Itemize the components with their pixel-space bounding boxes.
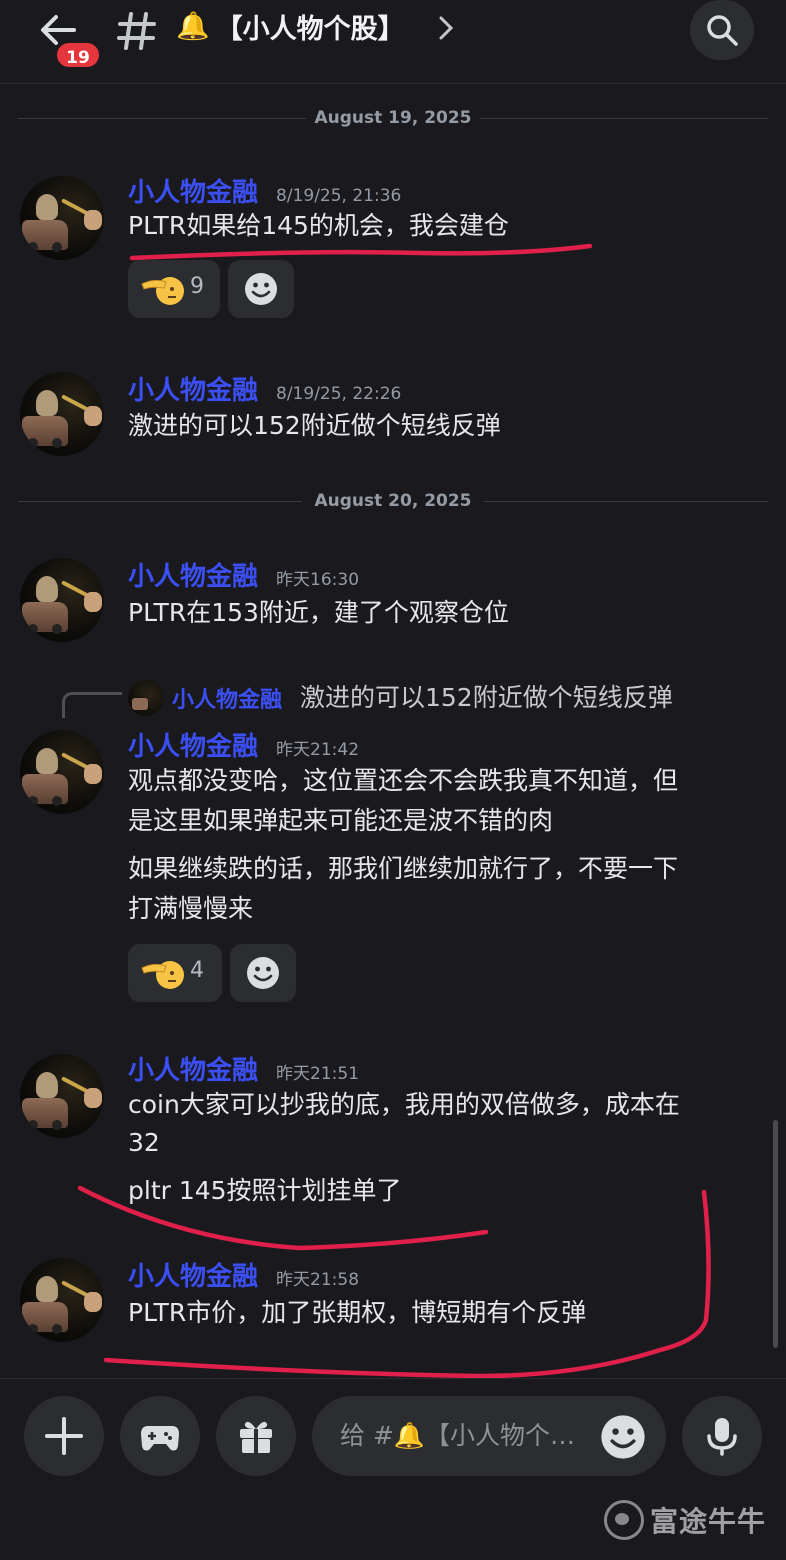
reaction-count: 4 (190, 958, 204, 983)
reply-author[interactable]: 小人物金融 (172, 682, 282, 714)
message-text: PLTR如果给145的机会，我会建仓 (128, 211, 509, 240)
channel-name: 【小人物个股】 (215, 13, 405, 45)
message-text: 打满慢慢来 (128, 894, 254, 923)
scrollbar[interactable] (773, 1120, 778, 1348)
message-input[interactable]: 给 #🔔【小人物个… (312, 1396, 666, 1476)
watermark: 富途牛牛 (604, 1500, 766, 1540)
reaction-count: 9 (190, 274, 204, 299)
reaction-chip[interactable]: 9 (128, 260, 220, 318)
message-header: 小人物金融 昨天21:42 (128, 726, 359, 763)
salute-emoji-icon (141, 961, 184, 989)
author-name[interactable]: 小人物金融 (128, 370, 258, 407)
message-text: 激进的可以152附近做个短线反弹 (128, 411, 501, 440)
gift-button[interactable] (216, 1396, 296, 1476)
message-header: 小人物金融 昨天16:30 (128, 556, 359, 593)
reply-preview[interactable]: 激进的可以152附近做个短线反弹 (300, 678, 673, 714)
message-text: PLTR市价，加了张期权，博短期有个反弹 (128, 1298, 587, 1327)
add-reaction-button[interactable] (228, 260, 294, 318)
message-header: 小人物金融 昨天21:58 (128, 1256, 359, 1293)
mic-icon (707, 1418, 737, 1456)
watermark-text: 富途牛牛 (650, 1505, 767, 1538)
search-icon (707, 15, 738, 46)
message-text: 是这里如果弹起来可能还是波不错的肉 (128, 806, 554, 835)
timestamp: 8/19/25, 21:36 (276, 186, 402, 206)
search-button[interactable] (690, 0, 754, 60)
bell-icon: 🔔 (176, 11, 210, 42)
plus-icon (45, 1417, 83, 1455)
avatar[interactable] (20, 730, 104, 814)
date-divider: August 19, 2025 (18, 106, 768, 130)
reaction-chip[interactable]: 4 (128, 944, 222, 1002)
timestamp: 昨天16:30 (276, 570, 360, 590)
smiley-icon (247, 957, 279, 989)
author-name[interactable]: 小人物金融 (128, 1256, 258, 1293)
input-placeholder: 给 #🔔【小人物个… (340, 1421, 576, 1450)
chevron-right-icon[interactable] (436, 14, 456, 42)
message-text: 如果继续跌的话，那我们继续加就行了，不要一下 (128, 854, 679, 883)
underline-stroke (129, 243, 593, 261)
hash-icon (117, 12, 156, 50)
reply-connector (62, 692, 122, 718)
message-header: 小人物金融 8/19/25, 21:36 (128, 172, 401, 209)
message-text: 观点都没变哈，这位置还会不会跌我真不知道，但 (128, 766, 679, 795)
author-name[interactable]: 小人物金融 (128, 556, 258, 593)
avatar[interactable] (20, 372, 104, 456)
gift-icon (240, 1421, 272, 1453)
avatar[interactable] (20, 176, 104, 260)
message-text: 32 (128, 1128, 160, 1157)
futu-logo-icon (604, 1500, 644, 1540)
timestamp: 昨天21:42 (276, 740, 360, 760)
author-name[interactable]: 小人物金融 (128, 1050, 258, 1087)
author-name[interactable]: 小人物金融 (128, 172, 258, 209)
gamepad-icon (141, 1426, 179, 1451)
message-text: pltr 145按照计划挂单了 (128, 1176, 402, 1205)
timestamp: 昨天21:58 (276, 1270, 360, 1290)
activities-button[interactable] (120, 1396, 200, 1476)
smiley-icon (245, 273, 277, 305)
reply-avatar[interactable] (128, 680, 164, 716)
unread-badge: 19 (54, 40, 102, 70)
channel-title[interactable]: 🔔 【小人物个股】 (176, 6, 405, 46)
date-divider: August 20, 2025 (18, 489, 768, 513)
message-header: 小人物金融 8/19/25, 22:26 (128, 370, 401, 407)
avatar[interactable] (20, 1258, 104, 1342)
voice-message-button[interactable] (682, 1396, 762, 1476)
add-reaction-button[interactable] (230, 944, 296, 1002)
emoji-icon[interactable] (600, 1414, 646, 1460)
author-name[interactable]: 小人物金融 (128, 726, 258, 763)
salute-emoji-icon (141, 277, 184, 305)
message-text: coin大家可以抄我的底，我用的双倍做多，成本在 (128, 1090, 680, 1119)
avatar[interactable] (20, 558, 104, 642)
add-attachment-button[interactable] (24, 1396, 104, 1476)
message-text: PLTR在153附近，建了个观察仓位 (128, 598, 509, 627)
message-header: 小人物金融 昨天21:51 (128, 1050, 359, 1087)
channel-header: 19 🔔 【小人物个股】 (0, 0, 786, 84)
avatar[interactable] (20, 1054, 104, 1138)
timestamp: 8/19/25, 22:26 (276, 384, 402, 404)
timestamp: 昨天21:51 (276, 1064, 360, 1084)
